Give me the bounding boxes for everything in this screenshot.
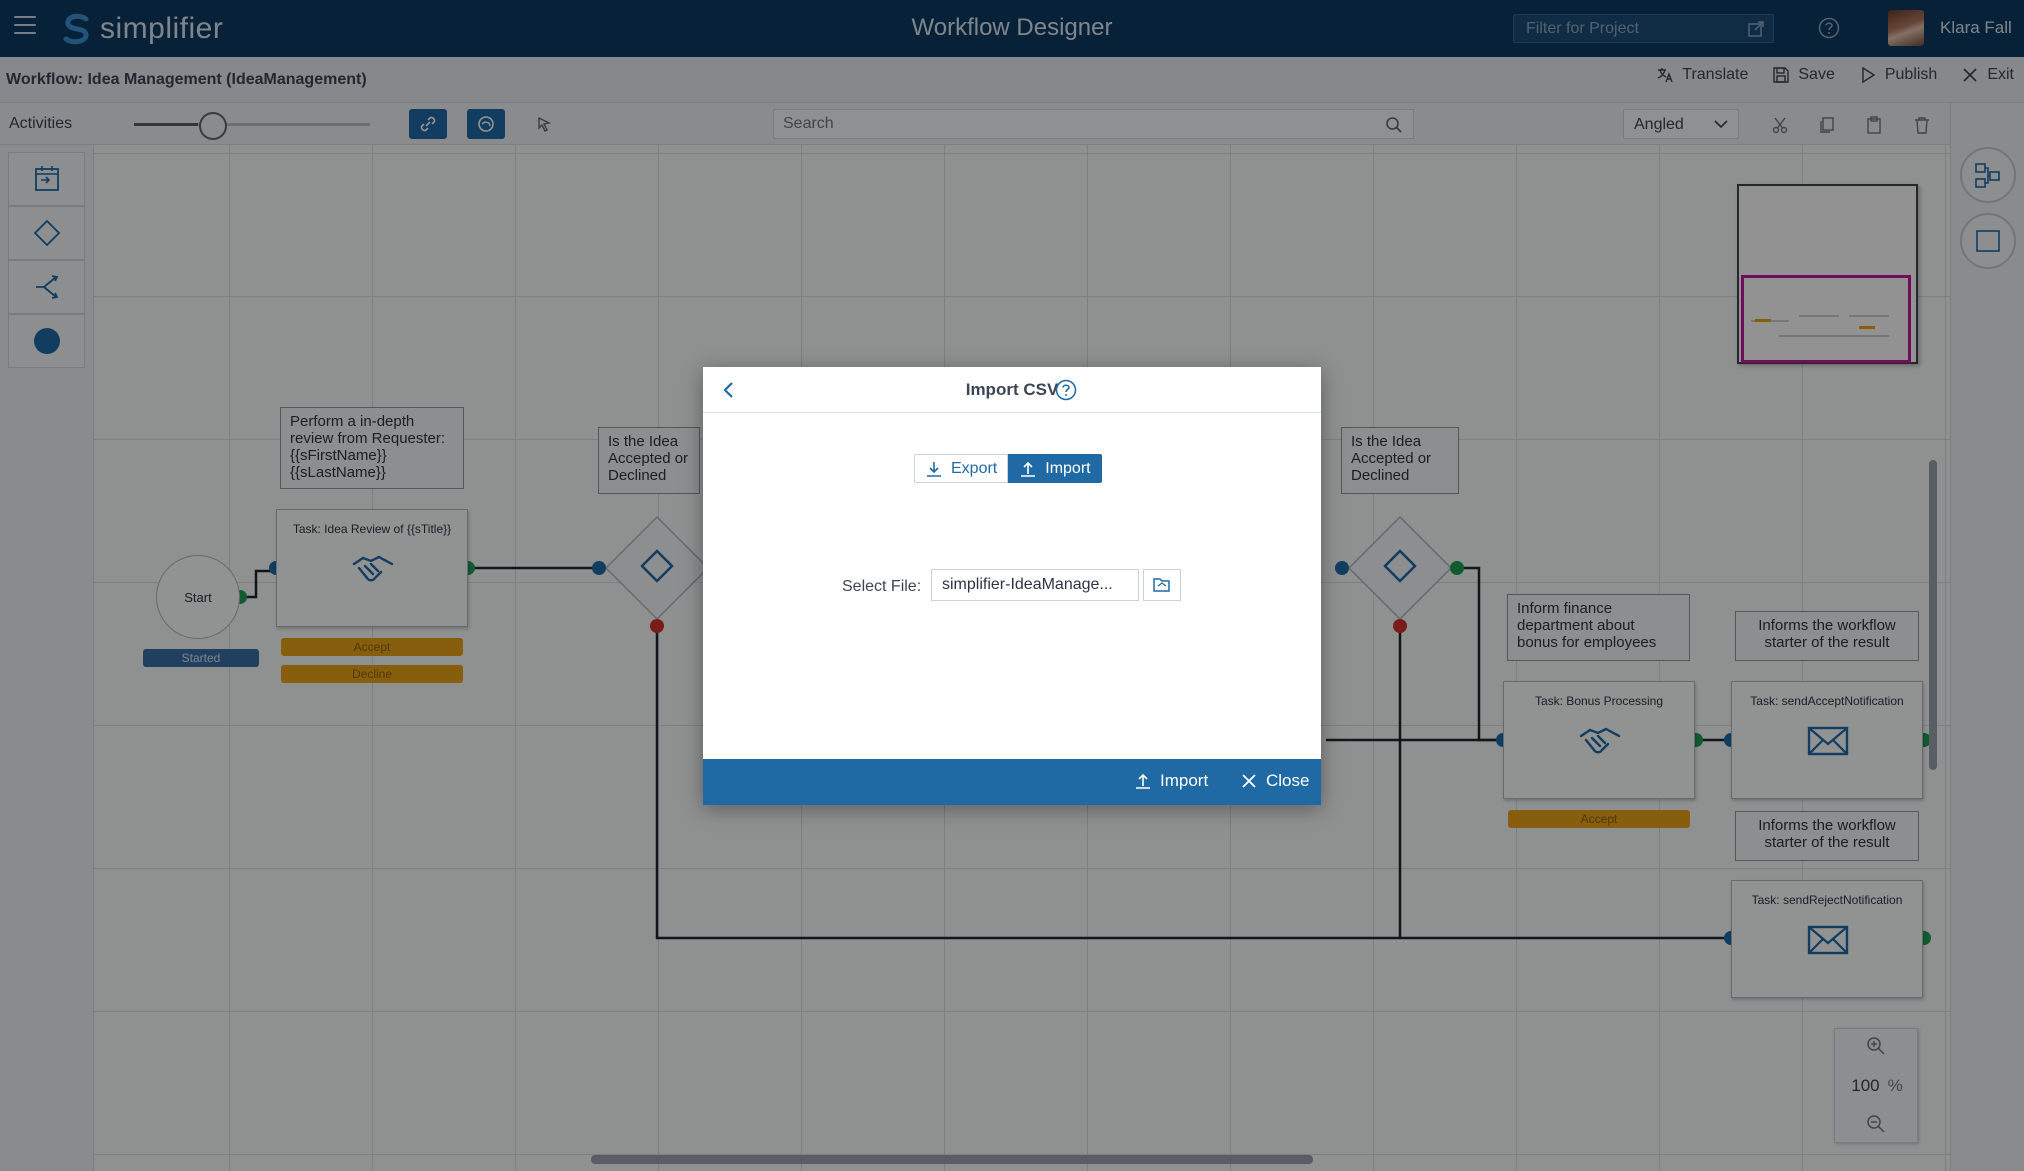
export-import-toggle: Export Import xyxy=(914,454,1102,483)
import-tab-label: Import xyxy=(1045,459,1091,477)
help-icon[interactable] xyxy=(1055,379,1077,401)
export-tab-button[interactable]: Export xyxy=(914,454,1009,483)
close-icon xyxy=(1242,774,1256,788)
import-tab-button[interactable]: Import xyxy=(1008,454,1102,483)
dialog-header: Import CSV xyxy=(703,367,1321,413)
upload-icon xyxy=(1021,461,1036,477)
import-csv-dialog: Import CSV Export Import Select File: si… xyxy=(703,367,1321,805)
select-file-label: Select File: xyxy=(842,578,922,595)
folder-open-icon xyxy=(1153,578,1170,592)
close-button[interactable]: Close xyxy=(1240,771,1309,791)
export-tab-label: Export xyxy=(951,459,998,477)
browse-file-button[interactable] xyxy=(1143,569,1181,601)
download-icon xyxy=(927,461,941,477)
import-button[interactable]: Import xyxy=(1134,771,1208,791)
dialog-footer: Import Close xyxy=(703,759,1321,805)
upload-icon xyxy=(1136,773,1150,789)
dialog-title: Import CSV xyxy=(965,380,1059,399)
file-path-field[interactable]: simplifier-IdeaManage... xyxy=(931,569,1139,601)
import-button-label: Import xyxy=(1160,771,1209,790)
close-button-label: Close xyxy=(1266,771,1310,790)
